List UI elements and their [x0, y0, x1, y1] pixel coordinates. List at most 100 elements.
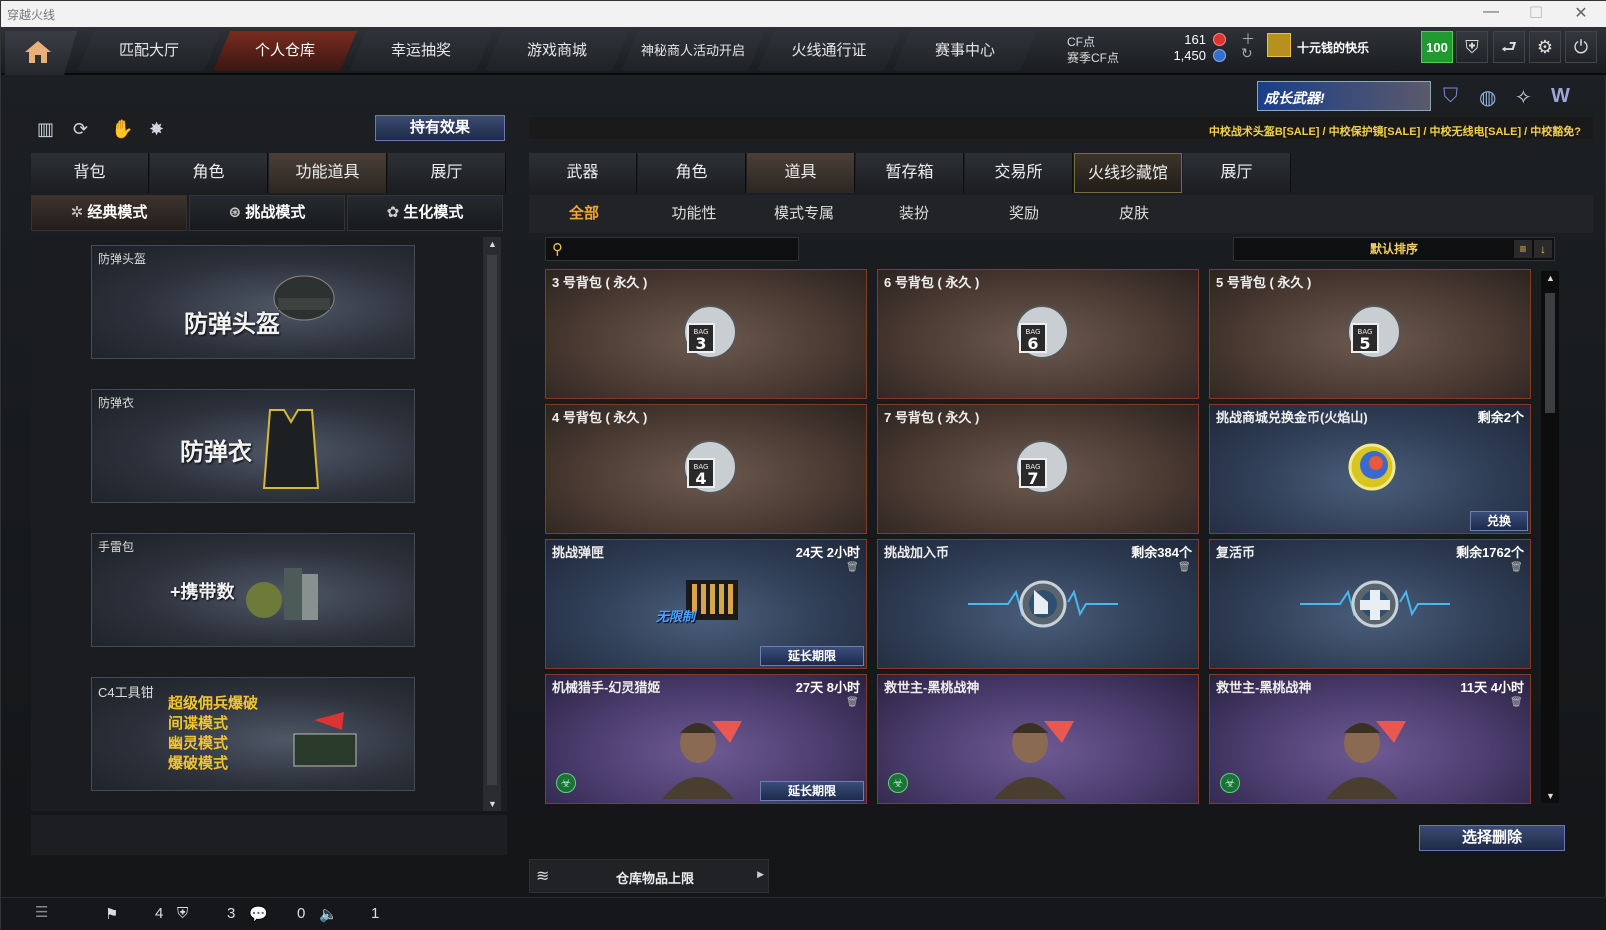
right-tab-collection-hall[interactable]: 火线珍藏馆 [1074, 153, 1182, 193]
nav-tab-game-store[interactable]: 游戏商城 [485, 31, 629, 71]
trash-icon[interactable]: 🗑 [1510, 562, 1523, 574]
left-tab-backpack[interactable]: 背包 [31, 153, 149, 193]
cf-value: 161 [1184, 32, 1206, 47]
stats-icon[interactable]: ▥ [37, 119, 59, 141]
mode-challenge[interactable]: ⊛ 挑战模式 [189, 195, 345, 231]
sort-arrow-icon[interactable]: ↓ [1534, 240, 1552, 258]
sub-tab-cosmetic[interactable]: 装扮 [859, 195, 969, 233]
team-icon[interactable]: ⚑ [105, 905, 118, 923]
cf-label: CF点 [1067, 35, 1095, 49]
trash-icon[interactable]: 🗑 [846, 697, 859, 709]
zombie-mode-icon: ☣ [556, 773, 576, 793]
username[interactable]: 十元钱的快乐 [1297, 39, 1369, 56]
nav-tab-events-center[interactable]: 赛事中心 [893, 31, 1037, 71]
revive-coin-icon [1300, 572, 1450, 632]
list-icon[interactable]: ≡ [1514, 240, 1532, 258]
effect-button[interactable]: 持有效果 [375, 115, 505, 141]
return-icon[interactable]: ⮐ [1493, 31, 1525, 63]
item-name: 4 号背包 ( 永久 ) [552, 410, 648, 425]
select-delete-button[interactable]: 选择删除 [1419, 825, 1565, 851]
search-input[interactable]: ⚲ [545, 237, 799, 261]
item-card[interactable]: 机械猎手-幻灵猎姬 27天 8小时 🗑 ☣ 延长期限 [545, 674, 867, 804]
minimize-icon[interactable]: — [1471, 3, 1511, 21]
classic-mode-icon: ✲ [70, 204, 88, 221]
hand-icon[interactable]: ✋ [111, 119, 133, 141]
item-grenade-pack[interactable]: 手雷包 +携带数 [91, 533, 415, 647]
svg-text:6: 6 [1027, 334, 1038, 353]
unlimited-badge: 无限制 [656, 609, 696, 624]
item-name: 救世主-黑桃战神 [884, 680, 980, 695]
power-icon[interactable]: ⏻ [1565, 31, 1597, 63]
item-card[interactable]: 复活币 剩余1762个 🗑 [1209, 539, 1531, 669]
item-card[interactable]: 救世主-黑桃战神 11天 4小时 🗑 ☣ [1209, 674, 1531, 804]
speaker-icon[interactable]: 🔈 [319, 905, 338, 923]
nav-tab-match-hall[interactable]: 匹配大厅 [77, 31, 221, 71]
refresh-icon[interactable]: ↻ [1241, 45, 1253, 62]
item-card[interactable]: 挑战商城兑换金币(火焰山) 剩余2个 兑换 [1209, 404, 1531, 534]
maximize-icon[interactable]: ☐ [1516, 3, 1556, 23]
recycle-icon[interactable]: ⟳ [73, 119, 95, 141]
search-field[interactable] [574, 240, 794, 258]
promo-banner[interactable]: 成长武器! [1257, 81, 1431, 111]
item-vest[interactable]: 防弹衣 防弹衣 [91, 389, 415, 503]
sort-select[interactable]: 默认排序 ≡ ↓ [1233, 237, 1555, 261]
extend-duration-button[interactable]: 延长期限 [760, 781, 864, 801]
extend-duration-button[interactable]: 延长期限 [760, 646, 864, 666]
right-tab-exchange[interactable]: 交易所 [965, 153, 1073, 193]
item-card[interactable]: 救世主-黑桃战神 ☣ [877, 674, 1199, 804]
grenade-pack-icon [246, 568, 318, 620]
trash-icon[interactable]: 🗑 [1510, 697, 1523, 709]
item-card[interactable]: 挑战弹匣 24天 2小时 🗑 无限制 延长期限 [545, 539, 867, 669]
grenade-icon[interactable]: ✸ [149, 119, 171, 141]
sub-tab-skins[interactable]: 皮肤 [1079, 195, 1189, 233]
nav-tab-battle-pass[interactable]: 火线通行证 [757, 31, 901, 71]
left-scrollbar[interactable]: ▲ ▼ [483, 237, 501, 811]
nav-tab-lucky-draw[interactable]: 幸运抽奖 [349, 31, 493, 71]
left-tab-functional-items[interactable]: 功能道具 [269, 153, 387, 193]
item-status: 27天 8小时 [795, 680, 860, 695]
item-card[interactable]: 3 号背包 ( 永久 ) BAG 3 [545, 269, 867, 399]
item-helmet[interactable]: 防弹头盔 防弹头盔 [91, 245, 415, 359]
shield-status-icon[interactable]: ⛨ [177, 905, 188, 922]
item-name: 挑战弹匣 [552, 545, 605, 560]
capacity-bar[interactable]: ≋ 仓库物品上限 ▶ [529, 859, 769, 893]
right-scrollbar[interactable]: ▲ ▼ [1541, 271, 1559, 803]
item-card[interactable]: 5 号背包 ( 永久 ) BAG 5 [1209, 269, 1531, 399]
sub-tab-rewards[interactable]: 奖励 [969, 195, 1079, 233]
w-icon[interactable]: W [1551, 85, 1570, 108]
sub-tab-functional[interactable]: 功能性 [639, 195, 749, 233]
voice-count: 1 [371, 905, 380, 922]
item-card[interactable]: 4 号背包 ( 永久 ) BAG 4 [545, 404, 867, 534]
sub-tab-mode-exclusive[interactable]: 模式专属 [749, 195, 859, 233]
expand-arrow-icon[interactable]: ▶ [757, 869, 764, 880]
exchange-button[interactable]: 兑换 [1470, 511, 1528, 531]
right-tab-showroom[interactable]: 展厅 [1183, 153, 1291, 193]
item-card[interactable]: 6 号背包 ( 永久 ) BAG 6 [877, 269, 1199, 399]
challenge-mode-icon: ⊛ [228, 204, 246, 221]
badge-v-icon[interactable]: ⛉ [1443, 85, 1458, 108]
right-tab-items[interactable]: 道具 [747, 153, 855, 193]
mode-classic[interactable]: ✲ 经典模式 [31, 195, 187, 231]
globe-icon[interactable]: ◍ [1479, 85, 1496, 110]
left-tab-character[interactable]: 角色 [150, 153, 268, 193]
wing-icon[interactable]: ✧ [1515, 85, 1532, 110]
sub-tab-all[interactable]: 全部 [529, 195, 639, 233]
item-card[interactable]: 挑战加入币 剩余384个 🗑 [877, 539, 1199, 669]
nav-tab-warehouse[interactable]: 个人仓库 [213, 31, 357, 71]
item-c4-pliers[interactable]: C4工具钳 超级佣兵爆破 间谍模式 幽灵模式 爆破模式 [91, 677, 415, 791]
svg-text:4: 4 [695, 469, 706, 488]
right-tab-storage-box[interactable]: 暂存箱 [856, 153, 964, 193]
shield-icon[interactable]: ⛨ [1456, 31, 1488, 63]
item-card[interactable]: 7 号背包 ( 永久 ) BAG 7 [877, 404, 1199, 534]
trash-icon[interactable]: 🗑 [846, 562, 859, 574]
right-tab-weapons[interactable]: 武器 [529, 153, 637, 193]
menu-icon[interactable]: ☰ [35, 903, 48, 921]
trash-icon[interactable]: 🗑 [1178, 562, 1191, 574]
chat-icon[interactable]: 💬 [249, 905, 268, 923]
mode-zombie[interactable]: ✿ 生化模式 [347, 195, 503, 231]
nav-tab-mystery-merchant[interactable]: 神秘商人活动开启 [621, 31, 765, 71]
left-tab-showroom[interactable]: 展厅 [388, 153, 506, 193]
close-icon[interactable]: ✕ [1561, 3, 1601, 23]
gear-icon[interactable]: ⚙ [1529, 31, 1561, 63]
right-tab-characters[interactable]: 角色 [638, 153, 746, 193]
